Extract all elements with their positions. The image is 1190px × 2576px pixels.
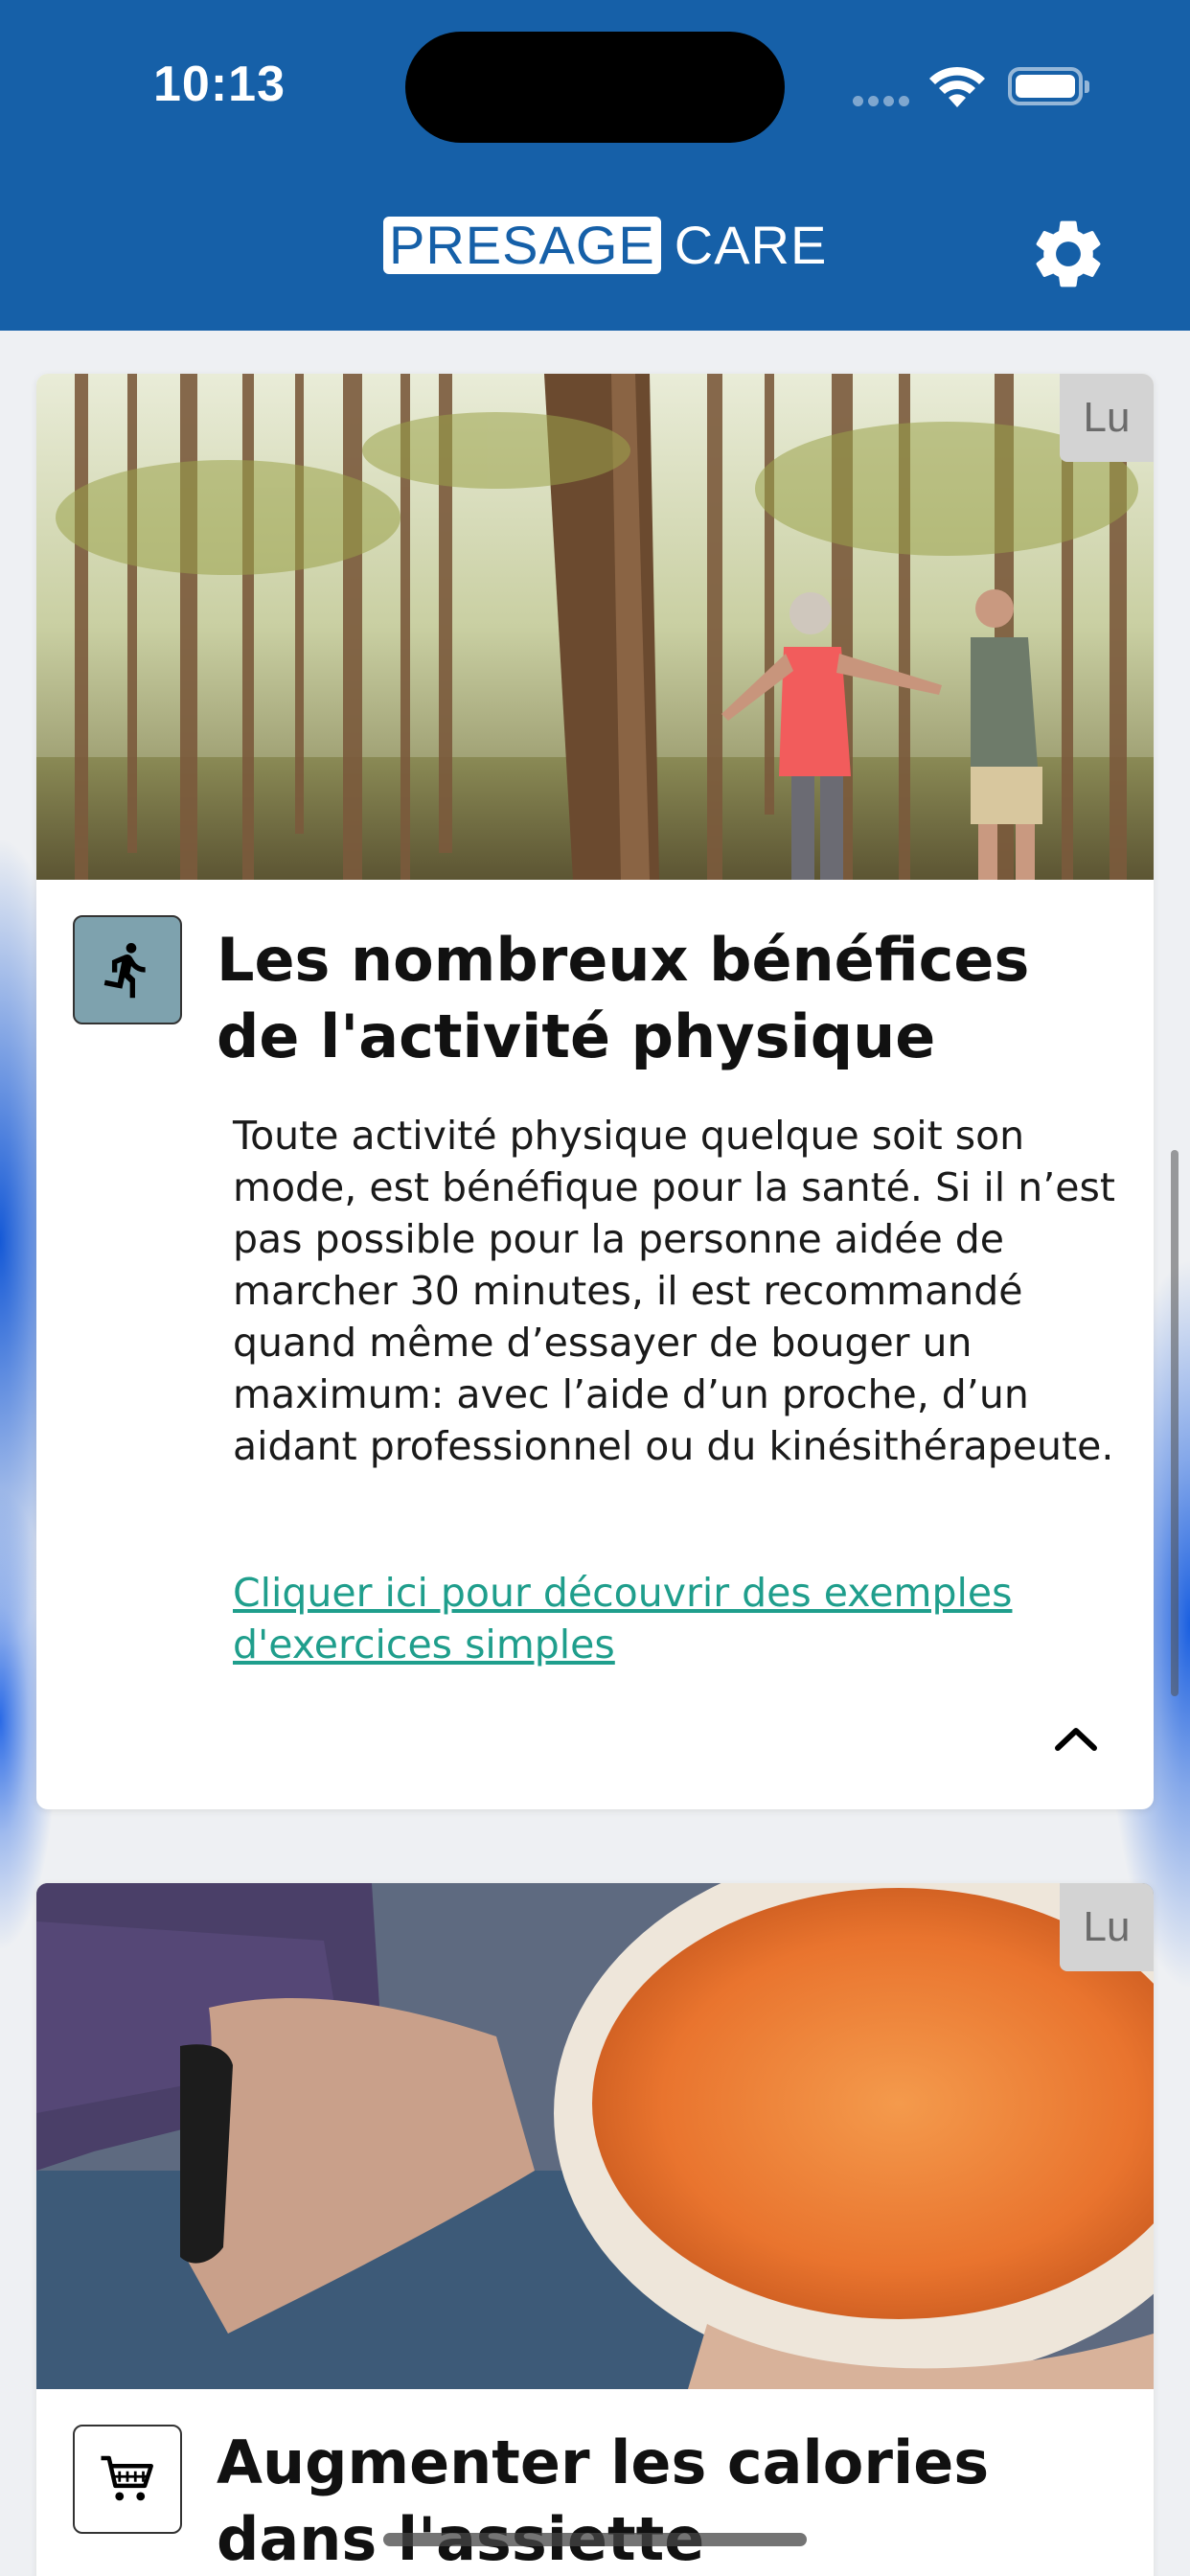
battery-icon [1008,67,1089,105]
running-person-glyph [103,942,146,999]
wifi-icon [929,66,985,107]
app-logo: PRESAGE CARE [383,217,827,274]
shopping-cart-glyph [101,2455,153,2501]
chevron-up-icon[interactable] [1044,1715,1108,1763]
dynamic-island [405,32,785,143]
article-card-calories[interactable]: Lu Augmenter les calories dans l'assiett… [36,1883,1154,2576]
card-title: Les nombreux bénéfices de l'activité phy… [217,925,1030,1071]
gear-icon[interactable] [1027,213,1110,295]
soup-photo [36,1883,1154,2389]
shopping-cart-icon [73,2425,182,2534]
status-time: 10:13 [153,57,286,112]
card-image-soup-bowl: Lu [36,1883,1154,2389]
article-card-activity[interactable]: Lu Les nombreux bénéfices de l'activité … [36,374,1154,1809]
card-title: Augmenter les calories dans l'assiette [217,2427,990,2574]
running-person-icon [73,915,182,1024]
card-image-forest-walk: Lu [36,374,1154,880]
read-badge: Lu [1060,374,1154,462]
logo-care: CARE [674,215,828,275]
card-body-text: Toute activité physique quelque soit son… [233,1113,1115,1469]
scrollbar[interactable] [1171,1150,1179,1696]
read-badge: Lu [1060,1883,1154,1971]
logo-presage: PRESAGE [383,217,661,274]
cellular-signal-icon [853,92,914,110]
home-indicator[interactable] [383,2533,807,2546]
app-header: 10:13 PRESAGE CARE [0,0,1190,331]
forest-photo [36,374,1154,880]
exercises-link[interactable]: Cliquer ici pour découvrir des exemples … [233,1567,1124,1670]
